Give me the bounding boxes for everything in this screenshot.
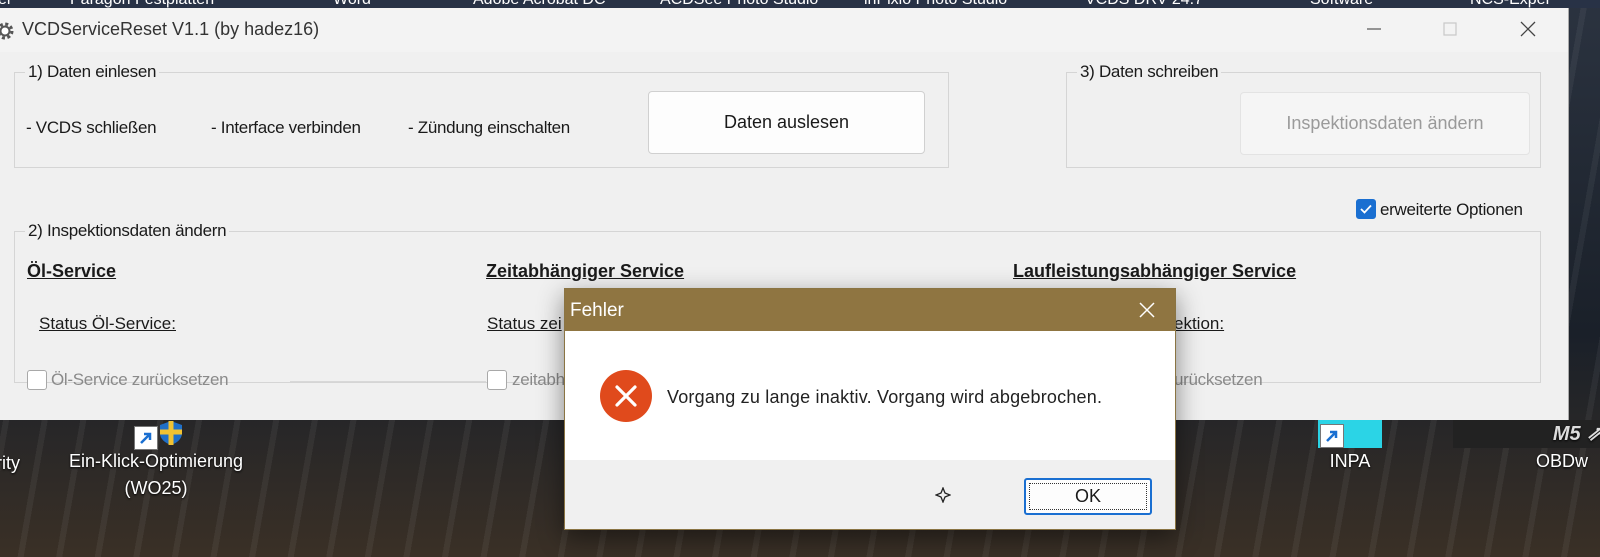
- desktop-label[interactable]: Paragon Festplatten: [70, 0, 214, 8]
- desktop-icon-label: Ein-Klick-Optimierung: [68, 451, 244, 471]
- desktop-icon-obdw[interactable]: M5 ⇗ OBDw: [1448, 420, 1600, 475]
- desktop-icon-label: rity: [0, 453, 20, 473]
- laufleistung-reset-label: urücksetzen: [1174, 370, 1263, 389]
- desktop-icon-label-line2: (WO25): [124, 478, 188, 498]
- shield-icon: [128, 420, 184, 450]
- desktop-label[interactable]: ACDSee Photo Studio: [660, 0, 818, 8]
- window-title: VCDServiceReset V1.1 (by hadez16): [22, 19, 320, 39]
- maximize-button[interactable]: [1420, 8, 1480, 50]
- oel-service-reset-label: Öl-Service zurücksetzen: [51, 370, 229, 389]
- group-label: 3) Daten schreiben: [1077, 62, 1222, 82]
- dialog-footer: OK: [565, 460, 1175, 529]
- step-zuendung-einschalten: - Zündung einschalten: [408, 118, 570, 137]
- gear-icon: [0, 22, 14, 40]
- laufleistungsabhaengiger-service-heading: Laufleistungsabhängiger Service: [1013, 261, 1297, 281]
- close-icon: [1520, 21, 1536, 37]
- inspektionsdaten-aendern-button[interactable]: Inspektionsdaten ändern: [1240, 92, 1530, 155]
- minimize-icon: [1367, 28, 1381, 30]
- dialog-title: Fehler: [570, 300, 624, 321]
- minimize-button[interactable]: [1344, 8, 1404, 50]
- group-daten-schreiben: 3) Daten schreiben Inspektionsdaten ände…: [1066, 62, 1541, 168]
- error-icon: [600, 370, 652, 422]
- shortcut-arrow-icon: [1320, 424, 1344, 448]
- desktop-label[interactable]: Word: [333, 0, 371, 8]
- desktop-label[interactable]: NCS-Exper: [1470, 0, 1551, 8]
- separator: [290, 381, 486, 382]
- desktop-top-icon-labels: el Paragon Festplatten Word Adobe Acroba…: [0, 0, 1600, 8]
- desktop-icon-ein-klick-optimierung[interactable]: Ein-Klick-Optimierung (WO25): [58, 420, 254, 502]
- step-vcds-schliessen: - VCDS schließen: [26, 118, 157, 137]
- erweiterte-optionen-checkbox[interactable]: [1356, 199, 1376, 219]
- close-button[interactable]: [1498, 8, 1558, 50]
- desktop-label[interactable]: VCDS DRV 24.7: [1085, 0, 1203, 8]
- desktop-label[interactable]: Adobe Acrobat DC: [473, 0, 606, 8]
- desktop-label[interactable]: el: [0, 0, 10, 8]
- dialog-title-bar[interactable]: Fehler: [565, 289, 1175, 331]
- error-message: Vorgang zu lange inaktiv. Vorgang wird a…: [667, 387, 1103, 407]
- status-inspektion-label: ektion:: [1174, 314, 1225, 333]
- desktop-label[interactable]: Software: [1310, 0, 1373, 8]
- group-label: 1) Daten einlesen: [25, 62, 160, 82]
- desktop-icon-inpa[interactable]: INPA: [1316, 420, 1384, 475]
- desktop-icon-security[interactable]: rity: [0, 450, 20, 477]
- group-daten-einlesen: 1) Daten einlesen - VCDS schließen - Int…: [14, 62, 949, 168]
- dialog-close-button[interactable]: [1119, 289, 1175, 331]
- erweiterte-optionen-label[interactable]: erweiterte Optionen: [1380, 200, 1523, 220]
- status-zeit-label: Status zei: [487, 314, 562, 333]
- m-logo-icon: M5 ⇗: [1453, 420, 1600, 448]
- desktop-icon-label: OBDw: [1535, 451, 1588, 471]
- checkmark-icon: [1360, 204, 1372, 214]
- desktop-icon-label: INPA: [1329, 451, 1371, 471]
- zeitabhaengig-reset-checkbox[interactable]: [487, 370, 507, 390]
- status-oel-service-label: Status Öl-Service:: [39, 314, 176, 333]
- inpa-icon: [1318, 420, 1382, 448]
- close-icon: [1139, 302, 1155, 318]
- daten-auslesen-button[interactable]: Daten auslesen: [648, 91, 925, 154]
- group-label: 2) Inspektionsdaten ändern: [25, 221, 230, 241]
- zeitabhaengig-reset-label: zeitabh: [512, 370, 565, 389]
- zeitabhaengiger-service-heading: Zeitabhängiger Service: [486, 261, 685, 281]
- error-dialog: Fehler Vorgang zu lange inaktiv. Vorgang…: [564, 288, 1176, 530]
- oel-service-heading: Öl-Service: [27, 261, 117, 281]
- shortcut-arrow-icon: [134, 426, 158, 450]
- oel-service-reset-checkbox[interactable]: [27, 370, 47, 390]
- desktop-label[interactable]: inPixio Photo Studio: [864, 0, 1007, 8]
- ok-button[interactable]: OK: [1024, 478, 1152, 515]
- cursor-icon: [935, 487, 951, 503]
- title-bar[interactable]: VCDServiceReset V1.1 (by hadez16): [0, 8, 1568, 52]
- step-interface-verbinden: - Interface verbinden: [211, 118, 361, 137]
- maximize-icon: [1443, 22, 1457, 36]
- focus-rectangle: [1029, 483, 1147, 510]
